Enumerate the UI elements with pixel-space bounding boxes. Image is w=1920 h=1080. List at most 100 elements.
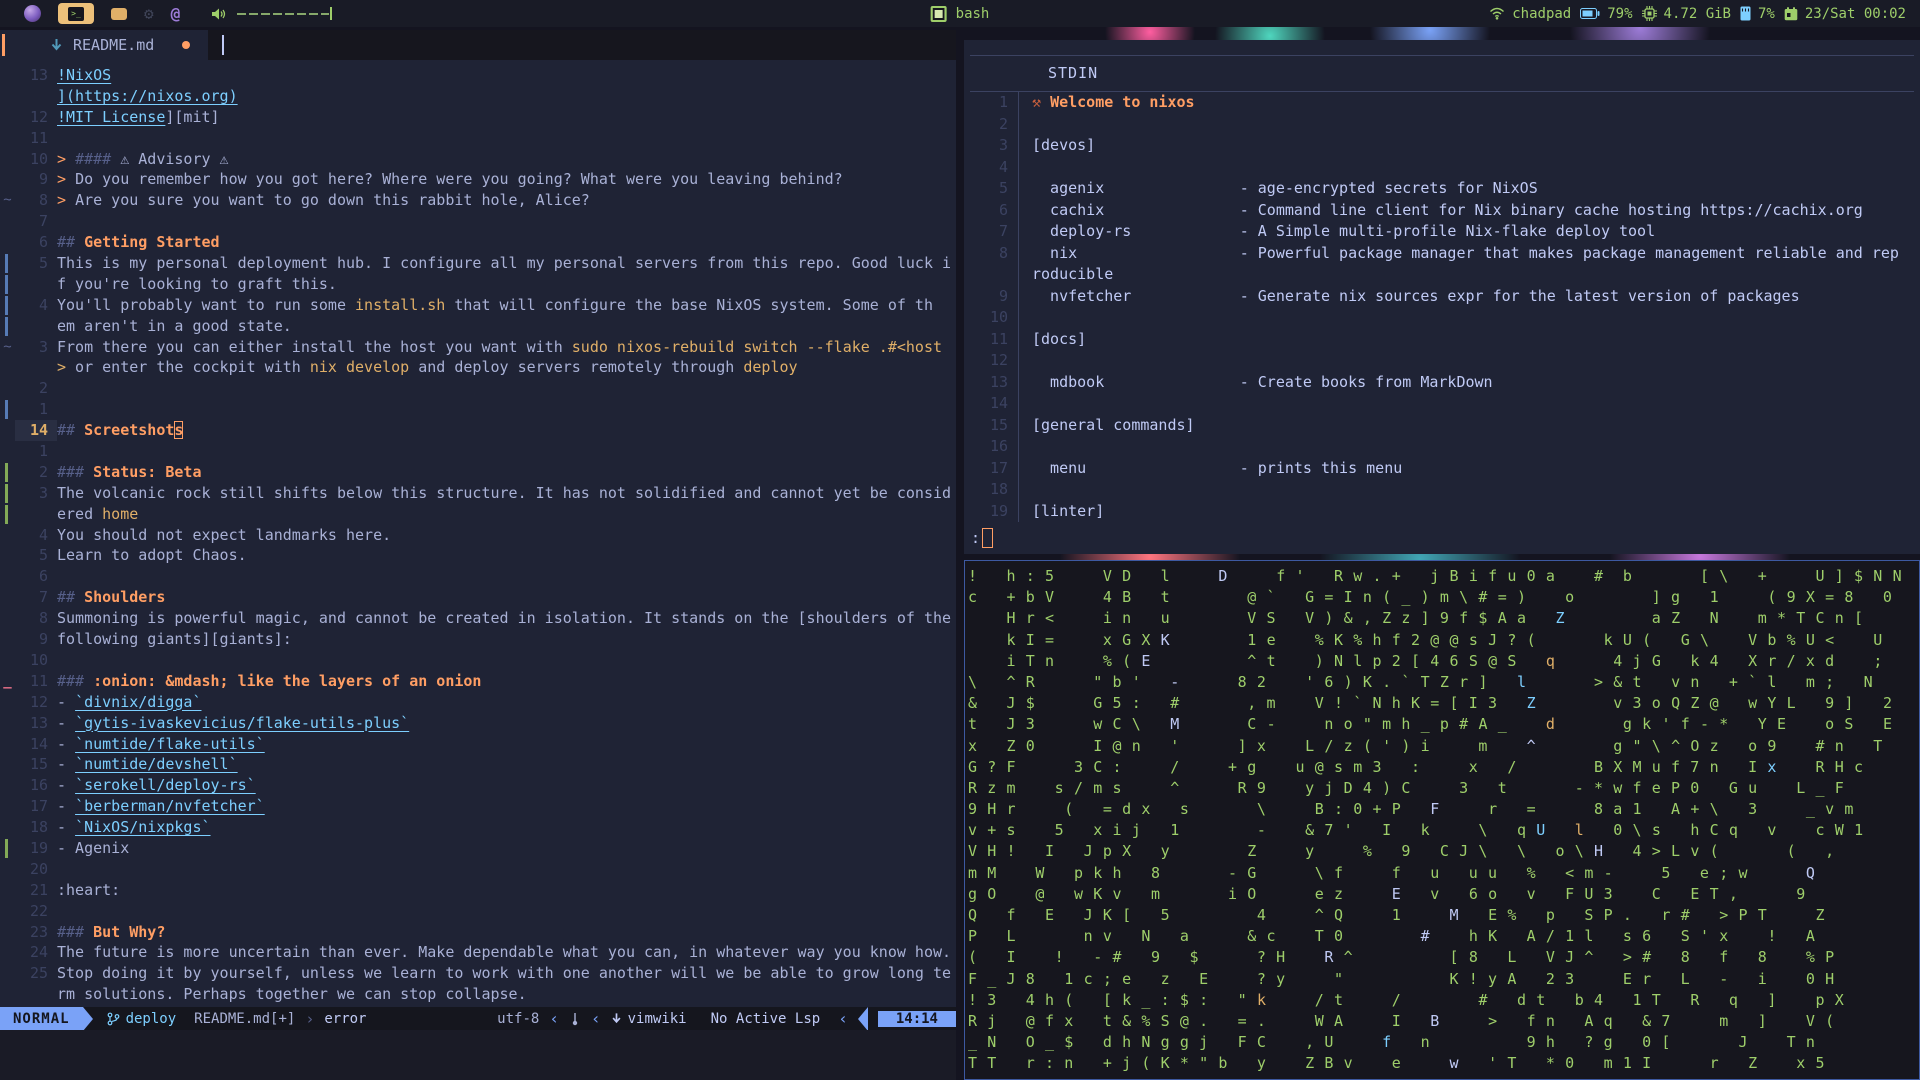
memory-module[interactable]: 4.72 GiB: [1641, 6, 1731, 22]
text-segment: ##: [57, 588, 85, 607]
noise-row: c + b V 4 B t @ ` G = I n ( _ ) m \ # = …: [968, 588, 1893, 607]
text-segment: [devos]: [1032, 136, 1096, 154]
text-segment: deploy-rs - A Simple multi-profile Nix-f…: [1032, 222, 1656, 240]
markdown-link[interactable]: `numtide/devshell`: [75, 755, 238, 773]
markdown-link[interactable]: !NixOS: [57, 66, 111, 84]
text-segment: f you're looking to graft this.: [57, 274, 337, 293]
volume-slider[interactable]: [237, 7, 337, 21]
line-number: 12: [29, 692, 48, 711]
clock-module[interactable]: 23/Sat 00:02: [1784, 6, 1906, 22]
line-number: 15: [29, 755, 48, 774]
text-segment: roducible: [1032, 265, 1114, 283]
cpu-module[interactable]: 7%: [1740, 6, 1775, 22]
markdown-link[interactable]: `NixOS/nixpkgs`: [75, 818, 210, 836]
pager-line-text: agenix - age-encrypted secrets for NixOS: [1019, 178, 1538, 200]
at-icon[interactable]: @: [171, 4, 181, 23]
pager-line: 1 ⚒ Welcome to nixos: [964, 92, 1920, 114]
gutter-sign: [0, 107, 15, 128]
markdown-link[interactable]: !MIT License: [57, 108, 165, 126]
editor-line: 24 The future is more uncertain than ever…: [0, 942, 956, 963]
pager-line-text: [1019, 307, 1032, 329]
line-text: ## Shoulders: [57, 587, 165, 608]
line-text: - `serokell/deploy-rs`: [57, 775, 256, 796]
line-text: - `numtide/flake-utils`: [57, 734, 265, 755]
battery-icon: [1580, 8, 1600, 19]
markdown-link[interactable]: `serokell/deploy-rs`: [75, 776, 256, 794]
line-number: 9: [38, 630, 48, 649]
line-text: !NixOS: [57, 65, 111, 86]
gear-icon[interactable]: ⚙: [144, 5, 154, 22]
pager-line-number: 13: [989, 372, 1008, 391]
line-number: 6: [38, 567, 48, 586]
pager-line-text: [1019, 350, 1032, 372]
firefox-icon[interactable]: [24, 5, 41, 22]
text-segment: Do you remember how you got here? Where …: [75, 170, 843, 189]
pager-line: 12: [964, 350, 1920, 372]
line-number: 13: [29, 713, 48, 732]
pager-line: 15 [general commands]: [964, 414, 1920, 436]
noise-row: ! 3 4 h ( [ k _ : $ : " k / t / # d t b …: [968, 990, 1845, 1009]
text-segment: Getting Started: [84, 233, 220, 252]
text-segment: Are you sure you want to go down this ra…: [75, 191, 590, 210]
text-segment: -: [57, 692, 76, 711]
text-segment: -: [57, 818, 76, 837]
gutter-sign: [0, 859, 15, 880]
noise-row: R z m s / m s ^ R 9 y j D 4 ) C 3 t - * …: [968, 778, 1845, 797]
gutter-sign-green: [0, 483, 15, 504]
chat-icon[interactable]: [111, 7, 127, 20]
line-number: 13: [29, 66, 48, 84]
tab-readme[interactable]: README.md: [0, 30, 209, 60]
network-module[interactable]: chadpad: [1489, 6, 1571, 22]
speaker-icon[interactable]: [211, 7, 227, 21]
markdown-link[interactable]: `numtide/flake-utils`: [75, 735, 265, 753]
pager-line-text: deploy-rs - A Simple multi-profile Nix-f…: [1019, 221, 1655, 243]
pager-line-number: 6: [998, 200, 1008, 219]
noise-row: \ ^ R " b ' - 8 2 ' 6 ) K . ` T Z r ] l …: [968, 672, 1874, 691]
gutter-sign-green: [0, 838, 15, 859]
vim-editor-window[interactable]: README.md 13 !NixOS](https://nixos.org) 12…: [0, 30, 956, 1080]
pager-prompt[interactable]: :: [964, 527, 1920, 549]
line-text: > #### ⚠ Advisory ⚠: [57, 149, 229, 170]
pager-line-number: 16: [989, 437, 1008, 455]
markdown-link[interactable]: `berberman/nvfetcher`: [75, 797, 265, 815]
editor-line: 6 ## Getting Started: [0, 232, 956, 253]
editor-line: 4 You'll probably want to run some instal…: [0, 295, 956, 316]
battery-percent: 79%: [1607, 5, 1633, 22]
gutter-sign-tilde: ~: [3, 338, 12, 355]
text-segment: From there you can either install the ho…: [57, 337, 572, 356]
gutter-sign: [0, 796, 15, 817]
topbar-window-title: bash: [930, 5, 989, 22]
file-encoding: utf-8: [497, 1010, 540, 1027]
workspace-terminal-active[interactable]: >_: [58, 3, 94, 24]
pager-line-text: [linter]: [1019, 501, 1104, 523]
line-number: 1: [38, 442, 48, 461]
battery-module[interactable]: 79%: [1580, 5, 1633, 22]
text-segment: Status: Beta: [93, 462, 202, 481]
tabline-caret: [222, 35, 225, 55]
editor-buffer[interactable]: 13 !NixOS ](https://nixos.org) 12 !MIT Licen…: [0, 60, 956, 1007]
pager-line-text: [1019, 393, 1032, 415]
filetype-down-arrow-icon: [612, 1013, 621, 1024]
line-number: 14: [15, 420, 57, 442]
cursor-position: 14:14: [877, 1010, 956, 1027]
editor-line: rm solutions. Perhaps together we can st…: [0, 984, 956, 1005]
line-number: 7: [38, 212, 48, 231]
line-number: 8: [38, 609, 48, 628]
pager-line-number: 3: [998, 136, 1008, 154]
gutter-sign: [0, 65, 15, 86]
volume-slider-handle[interactable]: [330, 7, 333, 20]
editor-line: 19 - Agenix: [0, 838, 956, 859]
text-segment: Stop doing it by yourself, unless we lea…: [57, 964, 952, 983]
vim-cmdline[interactable]: [0, 1030, 956, 1080]
markdown-link[interactable]: `divnix/digga`: [75, 693, 201, 711]
markdown-link[interactable]: ](https://nixos.org): [57, 87, 238, 105]
pager-window[interactable]: STDIN 1 ⚒ Welcome to nixos 2 3 [devos] 4 5 age…: [964, 40, 1920, 554]
markdown-link[interactable]: `gytis-ivaskevicius/flake-utils-plus`: [75, 714, 409, 732]
text-segment: install.sh: [355, 295, 446, 314]
pager-line-text: nvfetcher - Generate nix sources expr fo…: [1019, 286, 1800, 308]
line-text: :heart:: [57, 880, 120, 901]
noise-row: P L n v N a & c T 0 # h K A / 1 l s 6 S …: [968, 927, 1816, 946]
pager-line-number: 12: [989, 351, 1008, 369]
noise-terminal-window[interactable]: ! h : 5 V D l D f ' R w . + j B i f u 0 …: [964, 560, 1920, 1080]
pager-title: STDIN: [1048, 64, 1099, 82]
